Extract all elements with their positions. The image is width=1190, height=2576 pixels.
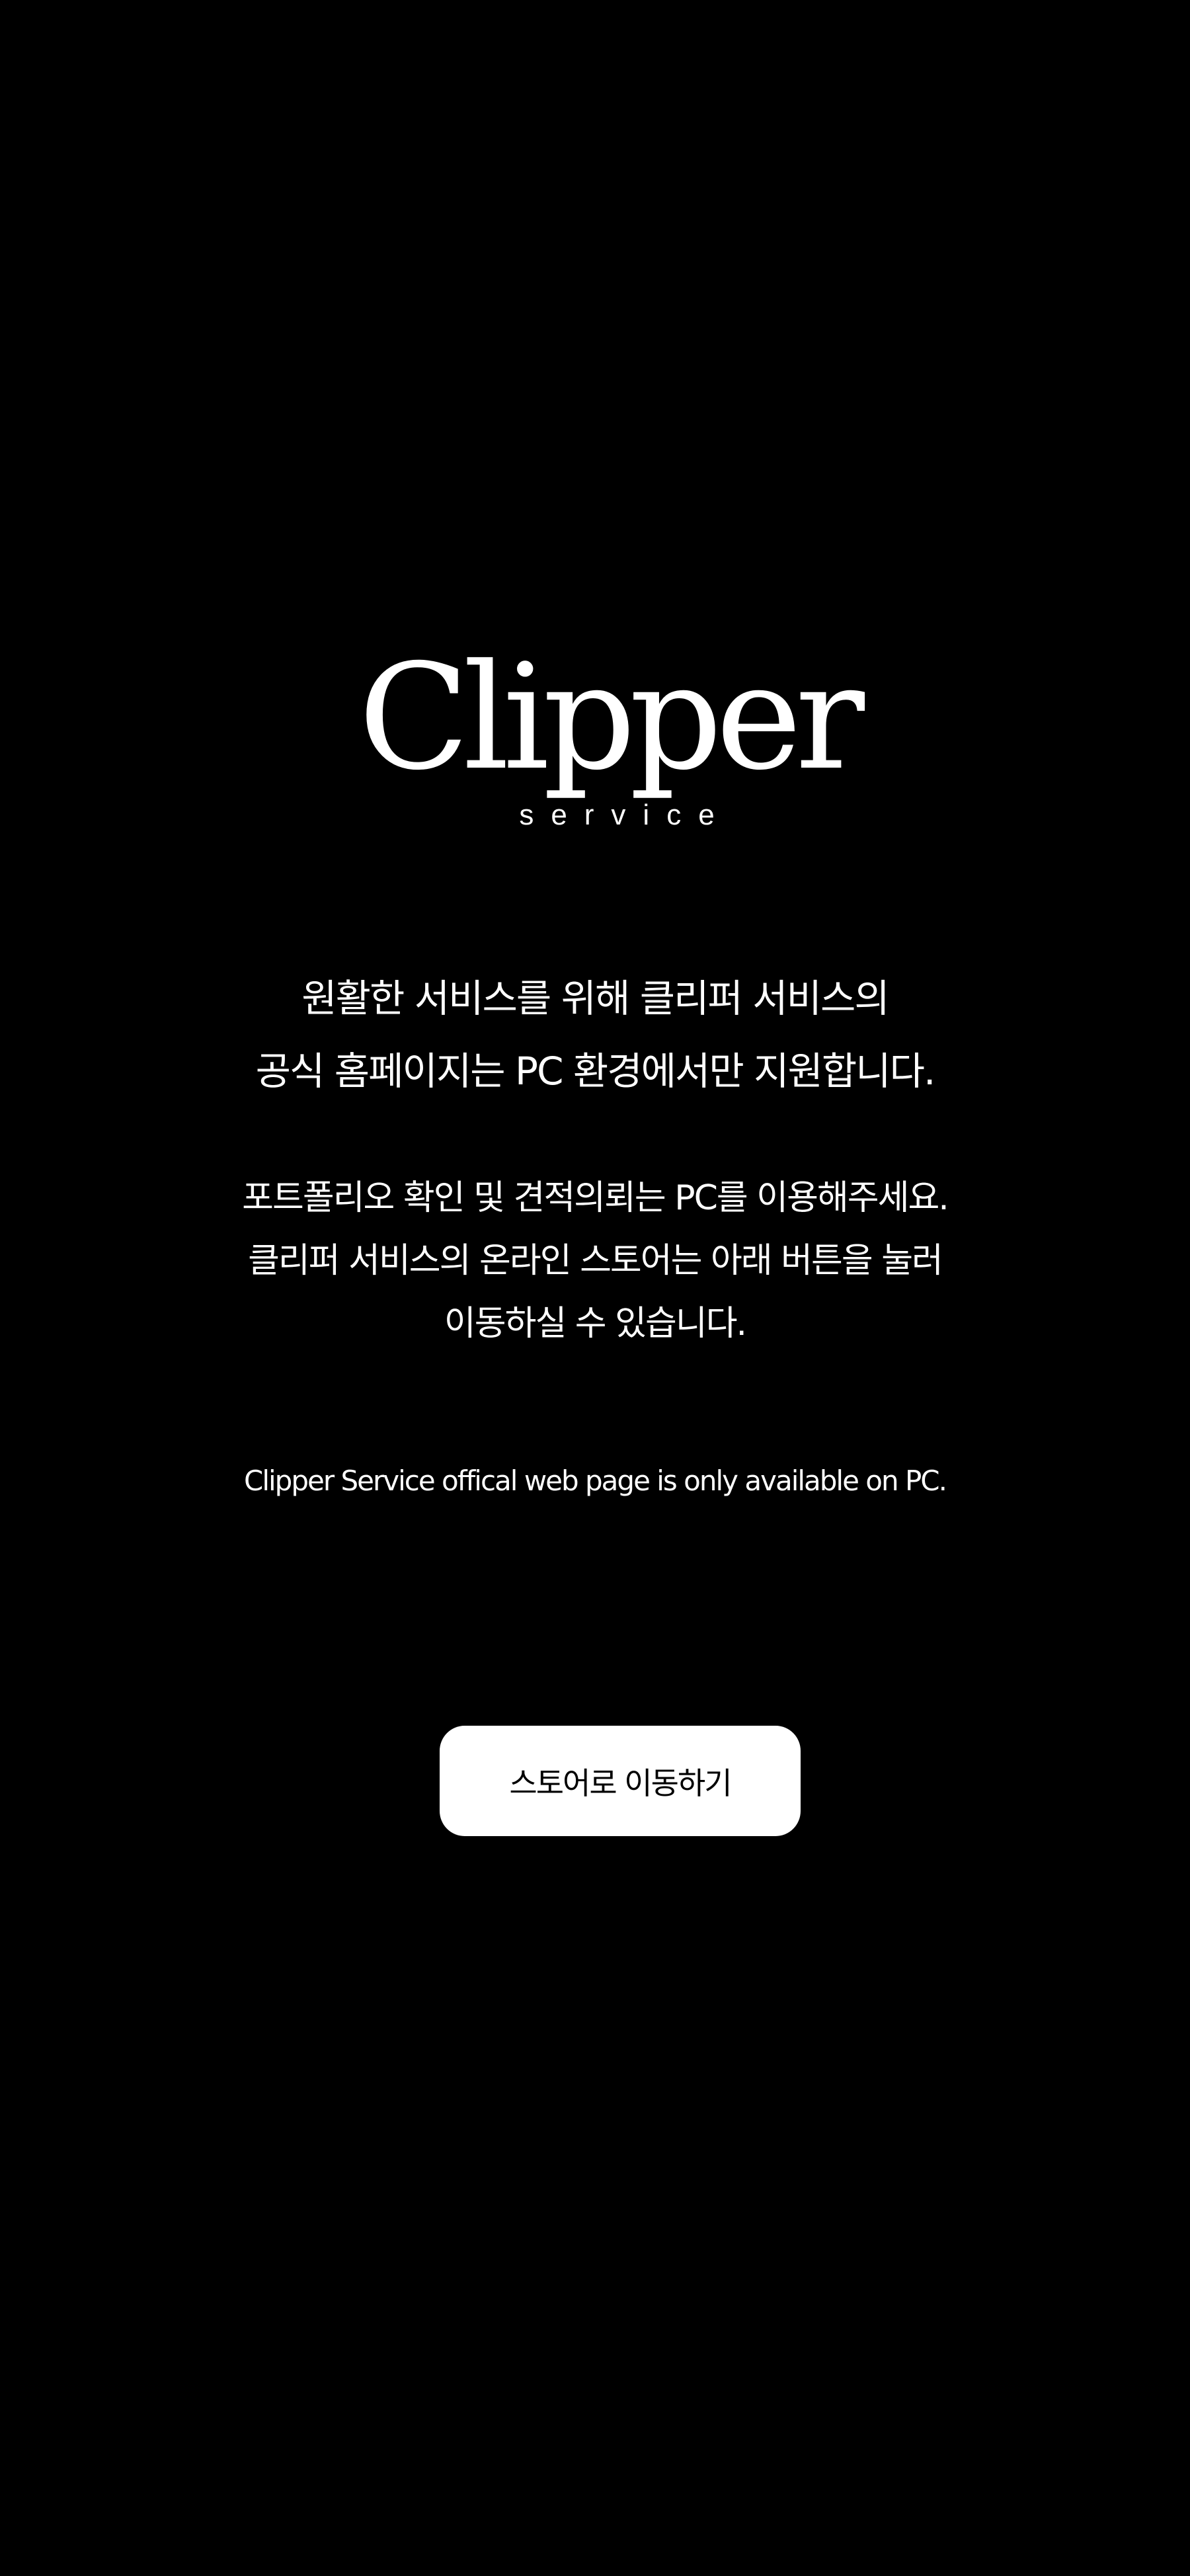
store-guide-text: 포트폴리오 확인 및 견적의뢰는 PC를 이용해주세요. 클리퍼 서비스의 온라… [0, 1167, 1190, 1355]
guide-line: 이동하실 수 있습니다. [444, 1304, 747, 1344]
notice-line: 원활한 서비스를 위해 클리퍼 서비스의 [301, 976, 890, 1021]
english-notice-text: Clipper Service offical web page is only… [244, 1465, 947, 1497]
notice-line: 공식 홈페이지는 PC 환경에서만 지원합니다. [255, 1049, 936, 1094]
logo-wordmark: Clipper [358, 633, 865, 802]
guide-line: 포트폴리오 확인 및 견적의뢰는 PC를 이용해주세요. [242, 1178, 949, 1218]
guide-line: 클리퍼 서비스의 온라인 스토어는 아래 버튼을 눌러 [248, 1241, 943, 1281]
go-to-store-label: 스토어로 이동하기 [509, 1765, 732, 1801]
mobile-notice-page: Clipper service 원활한 서비스를 위해 클리퍼 서비스의 공식 … [0, 0, 1190, 2576]
go-to-store-button[interactable]: 스토어로 이동하기 [440, 1726, 801, 1836]
clipper-logo: Clipper service [0, 641, 1190, 832]
english-notice: Clipper Service offical web page is only… [0, 1458, 1190, 1504]
logo-tagline: service [519, 799, 732, 831]
pc-only-notice: 원활한 서비스를 위해 클리퍼 서비스의 공식 홈페이지는 PC 환경에서만 지… [0, 962, 1190, 1107]
